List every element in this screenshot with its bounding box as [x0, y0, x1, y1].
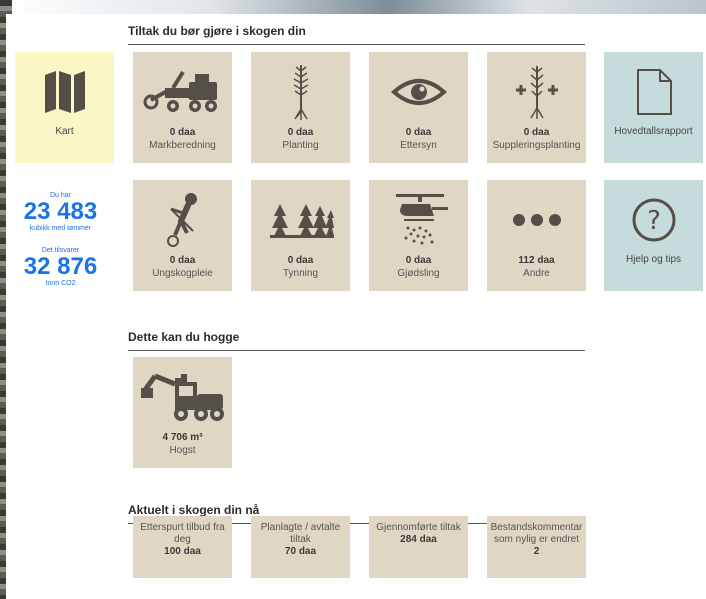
tile-label: Markberedning	[149, 140, 216, 151]
volume-unit: kubikk med tømmer	[29, 225, 92, 232]
tile-label: Suppleringsplanting	[492, 140, 581, 151]
section-title-hogge: Dette kan du hogge	[128, 330, 585, 351]
harvester-icon	[133, 367, 232, 427]
tile-hjelp[interactable]: ? Hjelp og tips	[604, 180, 703, 291]
co2-stats: Det tilsvarer 32 876 tonn CO2	[8, 247, 113, 287]
tile-value: 0 daa	[287, 127, 314, 138]
tile-value: 0 daa	[405, 127, 432, 138]
tile-andre[interactable]: 112 daa Andre	[487, 180, 586, 291]
aktuelt-text: Etterspurt tilbud fra deg	[140, 522, 225, 545]
brush-saw-icon	[133, 190, 232, 250]
aktuelt-bestandskommentar[interactable]: Bestandskommentar som nylig er endret 2	[487, 516, 586, 578]
tile-label: Tynning	[282, 268, 319, 279]
tile-hovedtallsrapport[interactable]: Hovedtallsrapport	[604, 52, 703, 163]
aktuelt-value: 284 daa	[400, 534, 437, 545]
trees-icon	[251, 190, 350, 250]
co2-value: 32 876	[23, 253, 98, 280]
aktuelt-text: Gjennomførte tiltak	[376, 522, 461, 533]
help-label: Hjelp og tips	[625, 254, 682, 265]
tile-label: Ettersyn	[400, 140, 437, 151]
tile-value: 112 daa	[518, 255, 555, 266]
tile-planting[interactable]: 0 daa Planting	[251, 52, 350, 163]
tile-ungskogpleie[interactable]: 0 daa Ungskogpleie	[133, 180, 232, 291]
aktuelt-planlagte[interactable]: Planlagte / avtalte tiltak 70 daa	[251, 516, 350, 578]
aktuelt-etterspurt[interactable]: Etterspurt tilbud fra deg 100 daa	[133, 516, 232, 578]
aktuelt-value: 100 daa	[164, 546, 201, 557]
kart-tile[interactable]: Kart	[15, 52, 114, 163]
tile-label: Planting	[282, 140, 319, 151]
document-icon	[604, 62, 703, 122]
tile-value: 0 daa	[523, 127, 550, 138]
volume-value: 23 483	[23, 198, 98, 225]
tile-value: 0 daa	[287, 255, 314, 266]
section-title-tiltak: Tiltak du bør gjøre i skogen din	[128, 24, 585, 45]
help-circle-icon: ?	[604, 190, 703, 250]
tile-suppleringsplanting[interactable]: 0 daa Suppleringsplanting	[487, 52, 586, 163]
report-label: Hovedtallsrapport	[614, 126, 693, 137]
aktuelt-value: 2	[533, 546, 540, 557]
svg-text:?: ?	[647, 206, 661, 236]
more-icon	[487, 190, 586, 250]
tile-gjodsling[interactable]: 0 daa Gjødsling	[369, 180, 468, 291]
kart-label: Kart	[55, 126, 74, 137]
tile-label: Gjødsling	[397, 268, 440, 279]
tile-label: Ungskogpleie	[152, 268, 213, 279]
tile-markberedning[interactable]: 0 daa Markberedning	[133, 52, 232, 163]
aktuelt-value: 70 daa	[284, 546, 317, 557]
eye-icon	[369, 62, 468, 122]
tile-value: 0 daa	[169, 255, 196, 266]
aktuelt-text: Bestandskommentar som nylig er endret	[490, 522, 583, 545]
tile-hogst[interactable]: 4 706 m³ Hogst	[133, 357, 232, 468]
tile-value: 0 daa	[169, 127, 196, 138]
tile-label: Andre	[523, 268, 550, 279]
co2-unit: tonn CO2	[45, 280, 76, 287]
volume-stats: Du har 23 483 kubikk med tømmer	[8, 192, 113, 232]
map-icon	[15, 62, 114, 122]
tile-ettersyn[interactable]: 0 daa Ettersyn	[369, 52, 468, 163]
helicopter-icon	[369, 190, 468, 250]
tile-label: Hogst	[169, 445, 196, 456]
tile-tynning[interactable]: 0 daa Tynning	[251, 180, 350, 291]
aktuelt-text: Planlagte / avtalte tiltak	[260, 522, 341, 545]
aktuelt-gjennomforte[interactable]: Gjennomførte tiltak 284 daa	[369, 516, 468, 578]
tile-value: 0 daa	[405, 255, 432, 266]
tile-value: 4 706 m³	[162, 432, 203, 443]
seedling-icon	[251, 62, 350, 122]
plus-seedling-icon	[487, 62, 586, 122]
tractor-icon	[133, 62, 232, 122]
